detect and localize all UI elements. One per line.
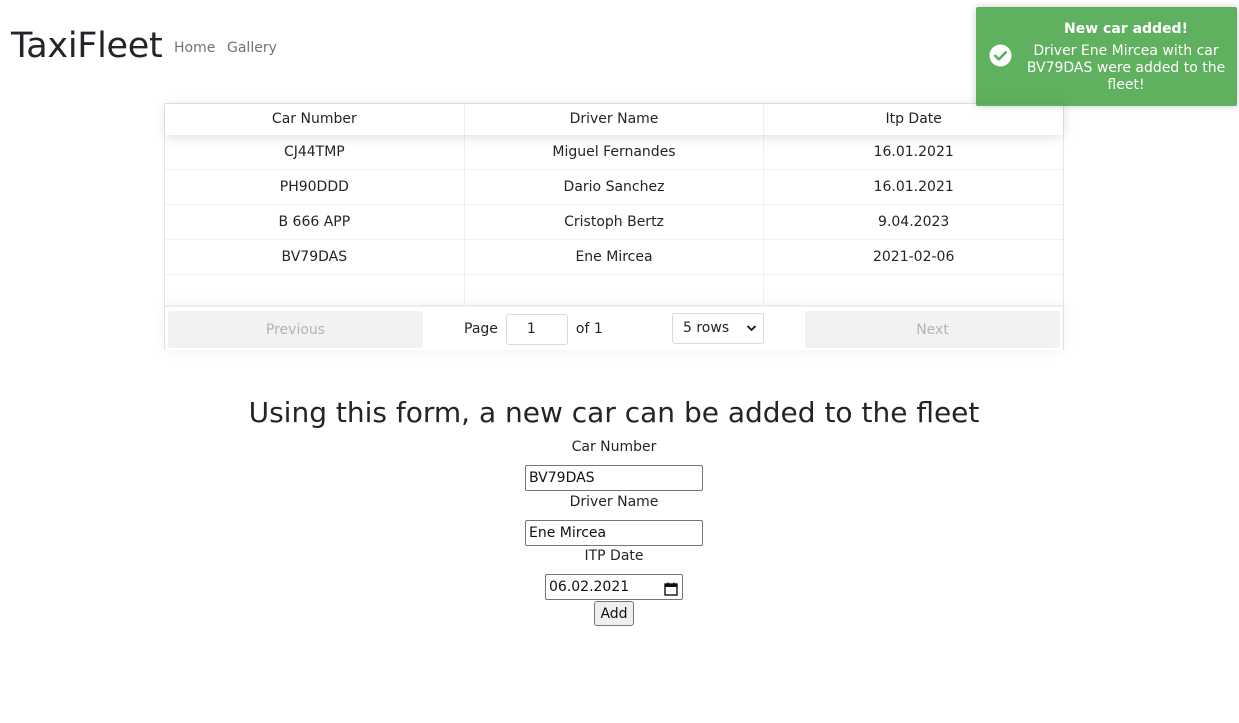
itp-date-input[interactable]: 06.02.2021	[545, 574, 683, 600]
page-info: Page of 1	[464, 313, 603, 345]
cell-itp-date: 16.01.2021	[873, 144, 954, 160]
success-toast[interactable]: New car added! Driver Ene Mircea with ca…	[976, 7, 1237, 106]
cell-car-number: BV79DAS	[165, 240, 465, 274]
cell-itp-date: 16.01.2021	[873, 179, 954, 195]
nav-link-home[interactable]: Home	[174, 40, 215, 56]
chevron-down-icon	[746, 314, 757, 354]
car-number-input[interactable]	[525, 465, 703, 491]
itp-date-label: ITP Date	[584, 548, 644, 564]
nav-link-gallery[interactable]: Gallery	[227, 40, 277, 56]
cell-itp-date: 9.04.2023	[878, 214, 950, 230]
check-circle-icon	[989, 44, 1012, 67]
empty-cell	[165, 275, 465, 309]
cell-driver-name: Cristoph Bertz	[465, 205, 765, 239]
table-row: BV79DAS Ene Mircea 2021-02-06	[165, 240, 1063, 275]
toast-message: Driver Ene Mircea with car BV79DAS were …	[1026, 43, 1226, 93]
cell-itp-date: 2021-02-06	[872, 249, 955, 265]
column-header-car-number[interactable]: Car Number	[165, 104, 465, 135]
add-car-button[interactable]: Add	[594, 601, 634, 626]
cell-car-number: CJ44TMP	[165, 135, 465, 169]
rows-per-page-value: 5 rows	[683, 320, 730, 336]
column-header-itp-date[interactable]: Itp Date	[764, 104, 1063, 135]
page-total-label: of 1	[575, 321, 603, 337]
table-header: Car Number Driver Name Itp Date	[165, 104, 1063, 135]
previous-page-button[interactable]: Previous	[168, 311, 423, 348]
cell-driver-name: Ene Mircea	[465, 240, 765, 274]
toast-title: New car added!	[1064, 21, 1188, 37]
driver-name-label: Driver Name	[569, 494, 659, 510]
cell-car-number: B 666 APP	[165, 205, 465, 239]
table-row: PH90DDD Dario Sanchez 16.01.2021	[165, 170, 1063, 205]
table-row: B 666 APP Cristoph Bertz 9.04.2023	[165, 205, 1063, 240]
empty-cell	[764, 275, 1063, 309]
calendar-icon[interactable]	[664, 580, 678, 596]
empty-cell	[465, 275, 765, 309]
rows-per-page-select[interactable]: 5 rows	[672, 313, 764, 344]
column-header-driver-name[interactable]: Driver Name	[465, 104, 765, 135]
itp-date-value: 06.02.2021	[549, 579, 630, 595]
brand-logo[interactable]: TaxiFleet	[11, 24, 163, 68]
page-label: Page	[464, 321, 498, 337]
fleet-table: Car Number Driver Name Itp Date CJ44TMP …	[164, 103, 1064, 350]
next-page-button[interactable]: Next	[805, 311, 1060, 348]
driver-name-input[interactable]	[525, 520, 703, 546]
car-number-label: Car Number	[571, 439, 657, 455]
form-title: Using this form, a new car can be added …	[248, 396, 980, 429]
table-row: CJ44TMP Miguel Fernandes 16.01.2021	[165, 135, 1063, 170]
cell-driver-name: Dario Sanchez	[465, 170, 765, 204]
cell-car-number: PH90DDD	[165, 170, 465, 204]
page-number-input[interactable]	[505, 313, 568, 345]
pagination-bar: Previous Page of 1 5 rows Next	[165, 305, 1063, 350]
cell-driver-name: Miguel Fernandes	[465, 135, 765, 169]
